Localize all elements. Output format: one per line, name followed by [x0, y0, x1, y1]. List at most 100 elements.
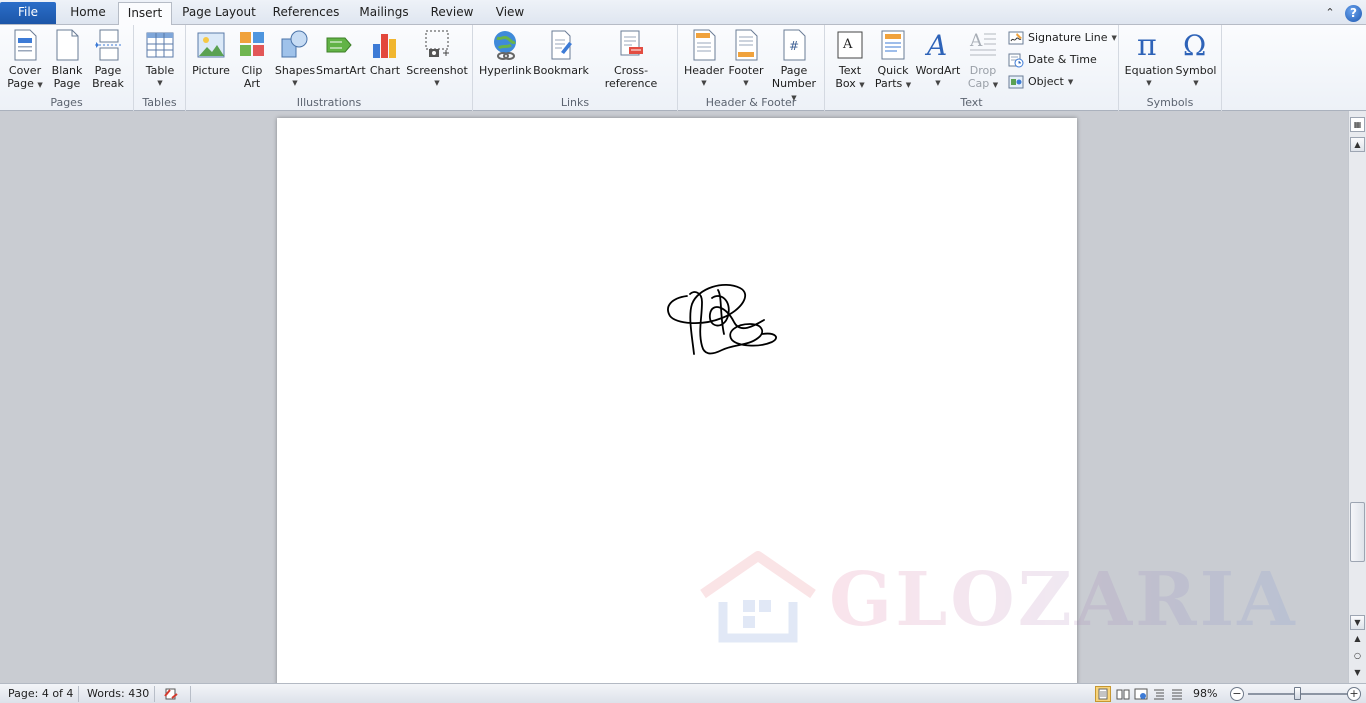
clip-art-label-2: Art — [243, 77, 261, 90]
previous-page-icon[interactable]: ▲ — [1350, 632, 1365, 647]
text-box-label-1: Text — [838, 64, 862, 77]
smartart-icon — [326, 37, 352, 53]
svg-text:π: π — [1137, 28, 1157, 62]
minimize-ribbon-icon[interactable]: ⌃ — [1323, 6, 1337, 20]
dropdown-caret-icon: ▼ — [935, 79, 941, 87]
footer-icon — [735, 29, 758, 61]
quick-parts-label-1: Quick — [877, 64, 909, 77]
wordart-button[interactable]: A WordArt ▼ — [913, 28, 963, 90]
chart-button[interactable]: Chart — [366, 28, 404, 77]
chart-icon — [373, 34, 396, 58]
page-number-button[interactable]: # Page Number ▼ — [768, 28, 820, 105]
page-number-icon: # — [783, 29, 806, 61]
hyperlink-icon — [494, 31, 516, 60]
scroll-up-button[interactable]: ▲ — [1350, 137, 1365, 152]
group-label-pages: Pages — [50, 96, 83, 109]
drop-cap-icon: A — [969, 31, 996, 56]
text-box-button[interactable]: A Text Box ▼ — [829, 28, 871, 92]
bookmark-button[interactable]: Bookmark — [533, 28, 589, 77]
date-time-button[interactable]: Date & Time — [1008, 50, 1097, 70]
dropdown-caret-icon: ▼ — [743, 79, 749, 87]
page-count[interactable]: Page: 4 of 4 — [8, 687, 73, 701]
signature-line-button[interactable]: Signature Line ▼ — [1008, 28, 1117, 48]
hyperlink-button[interactable]: Hyperlink — [479, 28, 532, 77]
date-time-icon — [1008, 53, 1024, 68]
tab-page-layout[interactable]: Page Layout — [180, 2, 258, 25]
object-button[interactable]: Object ▼ — [1008, 72, 1073, 92]
outline-view-icon[interactable] — [1152, 687, 1166, 701]
blank-page-icon — [56, 29, 79, 61]
screenshot-label: Screenshot — [406, 64, 468, 77]
draft-view-icon[interactable] — [1170, 687, 1184, 701]
cross-reference-label: Cross-reference — [604, 64, 658, 90]
drop-cap-label-1: Drop — [969, 64, 997, 77]
ruler-toggle-icon[interactable]: ▦ — [1350, 117, 1365, 132]
clip-art-label-1: Clip — [241, 64, 263, 77]
blank-page-label-2: Page — [53, 77, 81, 90]
page-break-icon — [95, 29, 121, 61]
dropdown-caret-icon: ▼ — [1146, 79, 1152, 87]
dropdown-caret-icon: ▼ — [859, 81, 865, 89]
cover-page-icon — [14, 29, 37, 61]
next-page-icon[interactable]: ▼ — [1350, 666, 1365, 681]
cross-reference-button[interactable]: Cross-reference — [589, 28, 673, 90]
svg-text:A: A — [842, 37, 853, 52]
scrollbar-thumb[interactable] — [1350, 502, 1365, 562]
tab-mailings[interactable]: Mailings — [352, 2, 416, 25]
dropdown-caret-icon: ▼ — [434, 79, 440, 87]
dropdown-caret-icon: ▼ — [701, 79, 707, 87]
symbol-button[interactable]: Ω Symbol ▼ — [1175, 28, 1217, 90]
page-number-label-2: Number — [771, 77, 817, 90]
tab-home[interactable]: Home — [64, 2, 112, 25]
quick-parts-button[interactable]: Quick Parts ▼ — [873, 28, 913, 92]
vertical-scrollbar[interactable]: ▦ ▲ ▼ ▲ ○ ▼ — [1348, 111, 1366, 683]
tab-view[interactable]: View — [488, 2, 532, 25]
tab-references[interactable]: References — [268, 2, 344, 25]
blank-page-button[interactable]: Blank Page — [48, 28, 86, 90]
wordart-label: WordArt — [915, 64, 961, 77]
page-break-button[interactable]: Page Break — [88, 28, 128, 90]
proofing-errors-icon[interactable] — [164, 687, 178, 701]
help-icon[interactable]: ? — [1345, 4, 1362, 22]
svg-text:Ω: Ω — [1183, 29, 1206, 62]
group-label-links: Links — [560, 96, 590, 109]
drop-cap-button[interactable]: A Drop Cap ▼ — [963, 28, 1003, 92]
cover-page-button[interactable]: Cover Page ▼ — [4, 28, 46, 92]
document-workspace[interactable]: GLOZARIA — [0, 111, 1348, 683]
group-label-illustrations: Illustrations — [296, 96, 362, 109]
table-button[interactable]: Table ▼ — [140, 28, 180, 90]
tab-insert[interactable]: Insert — [118, 2, 172, 26]
footer-button[interactable]: Footer ▼ — [726, 28, 766, 90]
smartart-button[interactable]: SmartArt — [316, 28, 366, 77]
svg-text:A: A — [924, 29, 947, 62]
hyperlink-label: Hyperlink — [479, 64, 532, 77]
document-page[interactable]: GLOZARIA — [277, 118, 1295, 683]
word-count[interactable]: Words: 430 — [87, 687, 149, 701]
zoom-level[interactable]: 98% — [1193, 687, 1217, 701]
clip-art-button[interactable]: Clip Art — [234, 28, 270, 90]
equation-button[interactable]: π Equation ▼ — [1123, 28, 1175, 90]
web-layout-icon[interactable] — [1134, 687, 1148, 701]
svg-text:#: # — [789, 39, 799, 53]
zoom-out-button[interactable]: − — [1230, 687, 1244, 701]
table-icon — [146, 32, 174, 58]
screenshot-button[interactable]: Screenshot ▼ — [406, 28, 468, 90]
tab-file[interactable]: File — [0, 2, 56, 24]
header-button[interactable]: Header ▼ — [682, 28, 726, 90]
picture-button[interactable]: Picture — [190, 28, 232, 77]
page-break-label-1: Page — [94, 64, 122, 77]
print-layout-view-icon[interactable] — [1095, 686, 1111, 702]
quick-parts-icon — [881, 30, 905, 60]
zoom-in-button[interactable]: + — [1347, 687, 1361, 701]
bookmark-icon — [551, 30, 572, 60]
full-screen-reading-icon[interactable] — [1116, 687, 1130, 701]
dropdown-caret-icon: ▼ — [37, 81, 43, 89]
scroll-down-button[interactable]: ▼ — [1350, 615, 1365, 630]
tab-review[interactable]: Review — [424, 2, 480, 25]
header-label: Header — [683, 64, 725, 77]
shapes-button[interactable]: Shapes ▼ — [274, 28, 316, 90]
picture-icon — [197, 32, 225, 58]
zoom-slider-thumb[interactable] — [1293, 687, 1301, 700]
watermark: GLOZARIA — [695, 550, 1295, 650]
browse-object-icon[interactable]: ○ — [1350, 649, 1365, 664]
